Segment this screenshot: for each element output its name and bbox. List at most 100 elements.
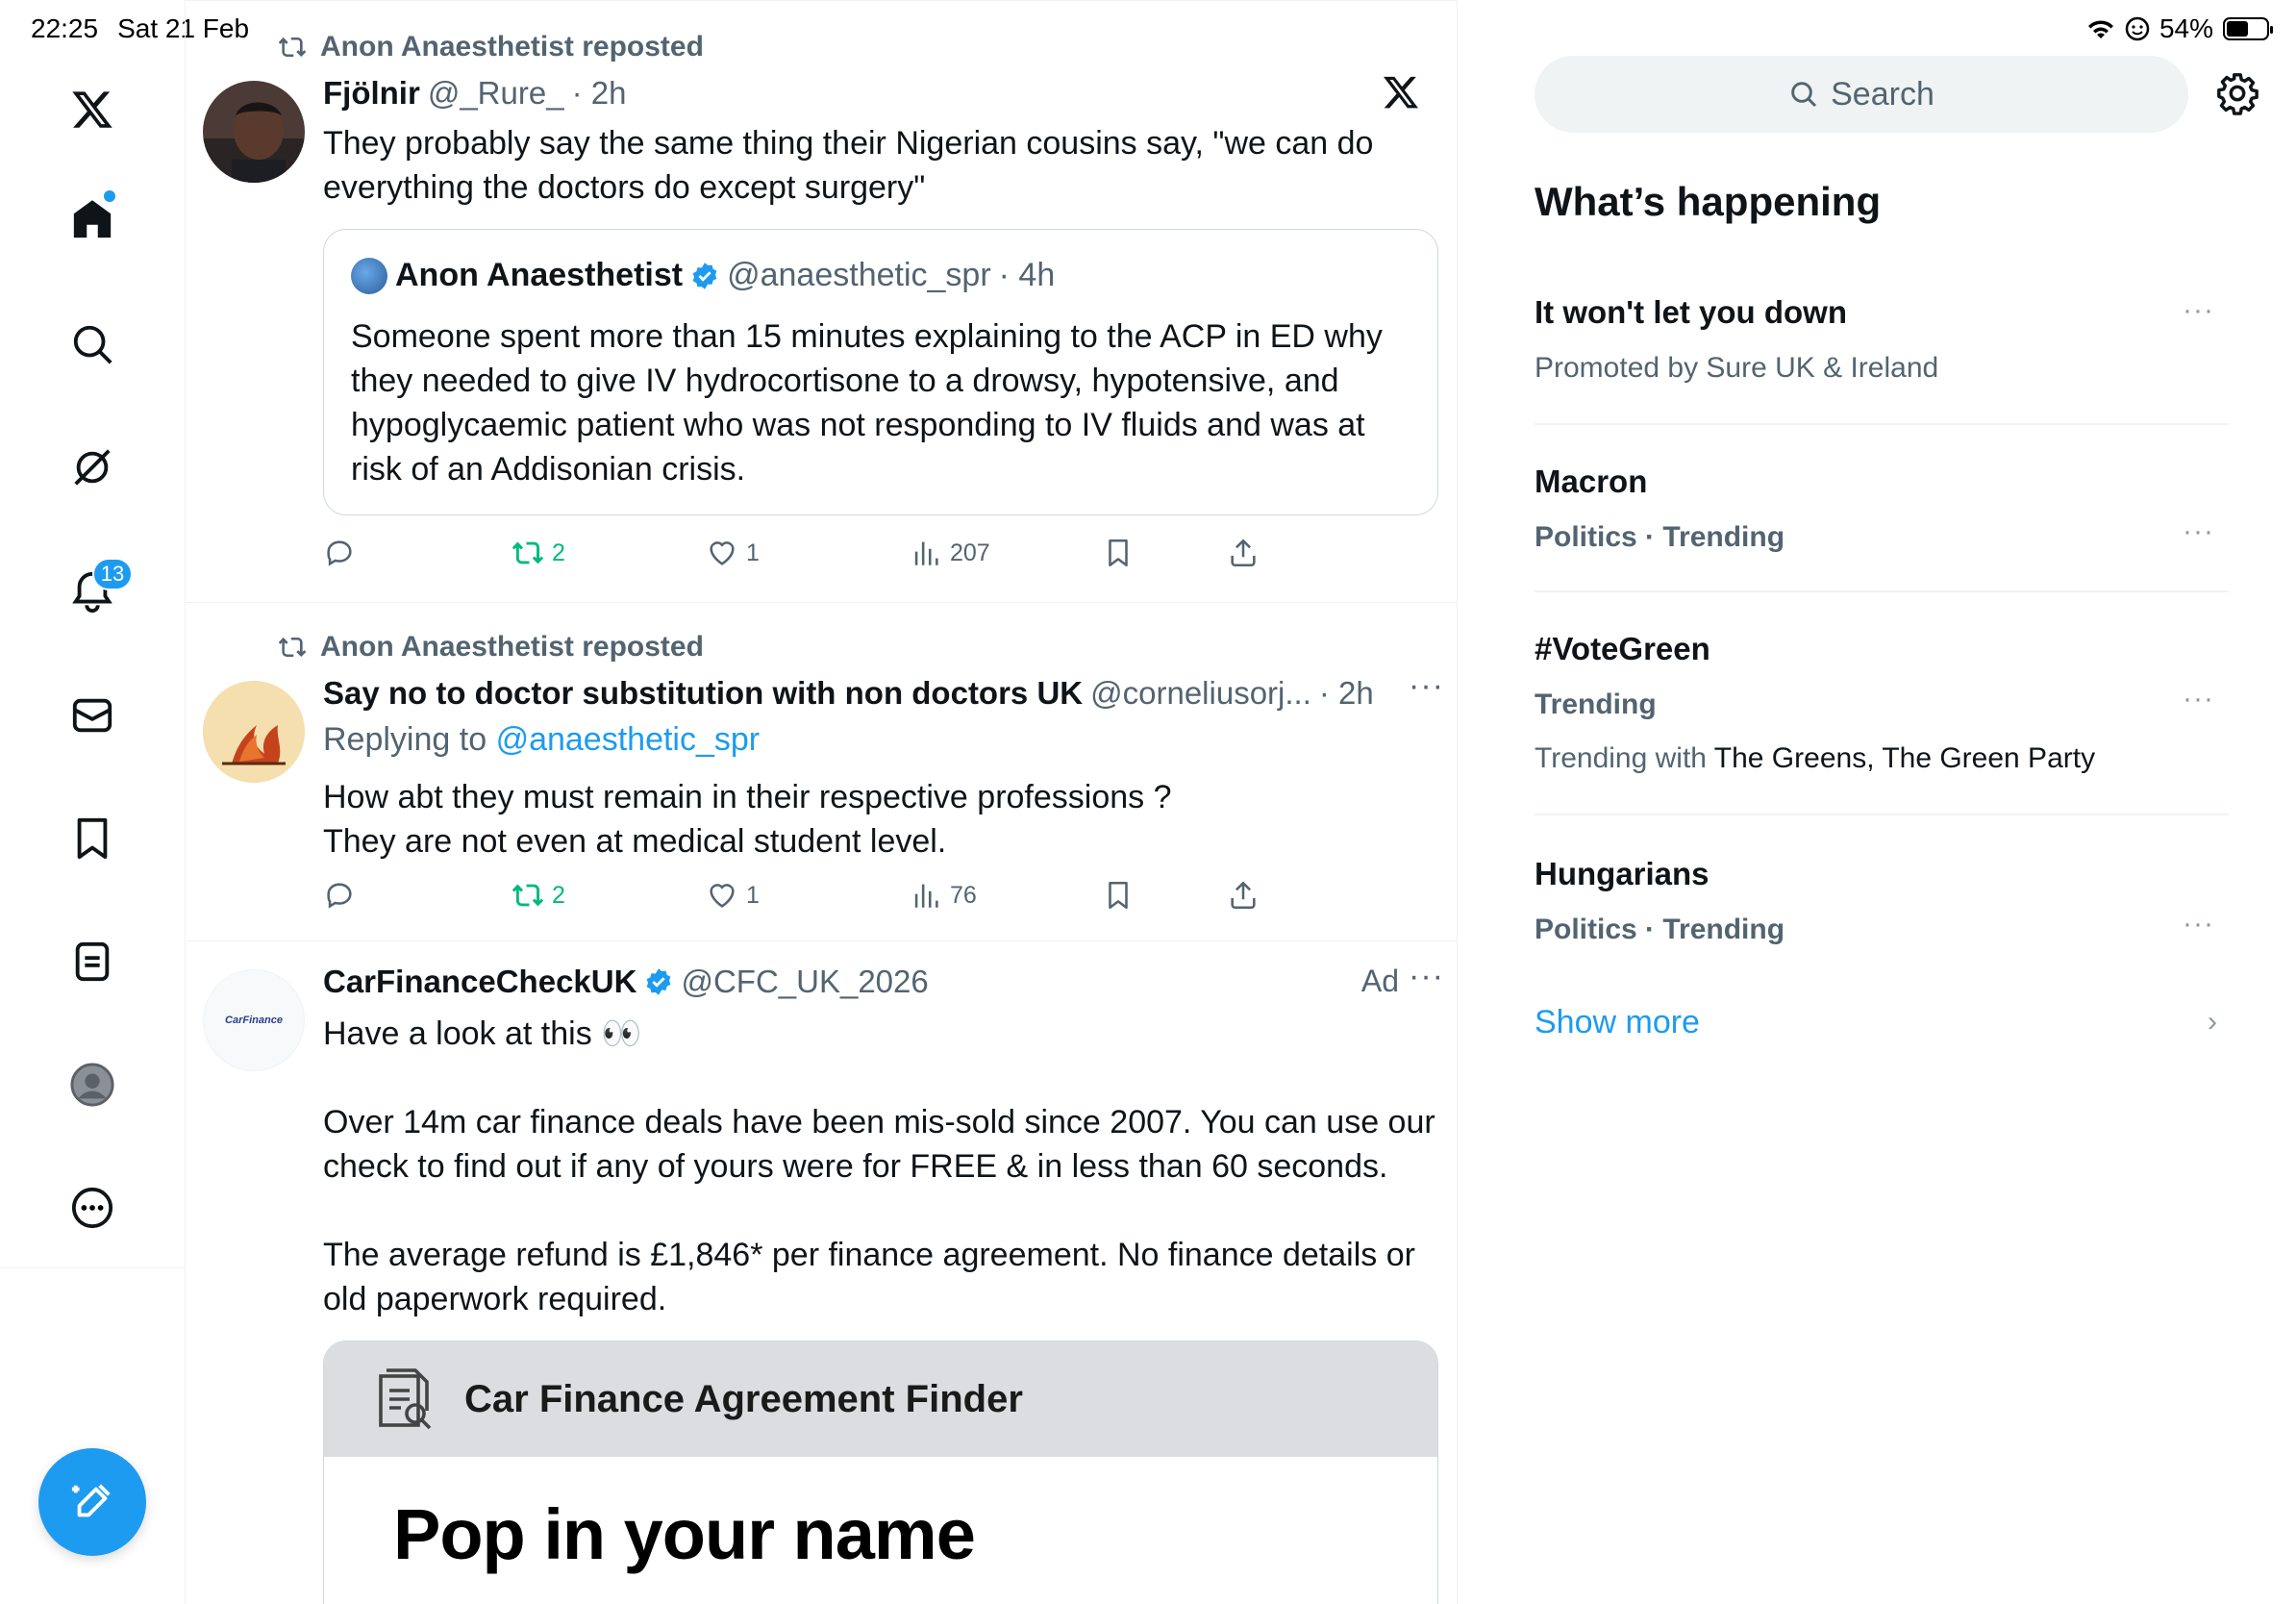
quoted-tweet-time: · 4h: [998, 257, 1056, 293]
views-icon: [914, 884, 938, 908]
repost-button[interactable]: 2: [512, 537, 565, 569]
verified-badge-icon: [692, 262, 717, 289]
reply-button[interactable]: [323, 879, 356, 912]
tweet-text-line: everything the doctors do except surgery…: [323, 169, 926, 206]
bookmark-button[interactable]: [1102, 879, 1135, 912]
share-button[interactable]: [1227, 879, 1260, 912]
quoted-author-name: Anon Anaesthetist: [395, 257, 684, 293]
tweet-divider: [186, 940, 1458, 941]
quoted-avatar: [351, 257, 387, 294]
search-icon[interactable]: [63, 315, 121, 373]
replying-to-prefix: Replying to: [323, 721, 487, 758]
home-unread-dot: [104, 190, 115, 202]
trend-divider: [1535, 814, 2229, 815]
author-name[interactable]: CarFinanceCheckUK: [323, 964, 636, 1000]
tweet-text-line: They probably say the same thing their N…: [323, 125, 1374, 162]
like-button[interactable]: 1: [706, 879, 760, 912]
tweet-header: Say no to doctor substitution with non d…: [323, 675, 1374, 712]
tweet-actions: 2 1 207: [323, 537, 1285, 575]
tweet-text-paragraph: Over 14m car finance deals have been mis…: [323, 1104, 1435, 1185]
views-button[interactable]: 207: [910, 537, 990, 569]
bookmark-icon[interactable]: [63, 810, 121, 867]
tweet-time[interactable]: · 2h: [1319, 675, 1374, 712]
like-button[interactable]: 1: [706, 537, 760, 569]
more-options-icon[interactable]: ···: [1409, 667, 1444, 705]
whats-happening-title: What’s happening: [1535, 179, 1882, 224]
reply-icon: [327, 883, 352, 909]
trend-item[interactable]: Hungarians Politics · Trending: [1535, 856, 2229, 946]
avatar-logo-text: CarFinance: [225, 1015, 283, 1026]
trend-item[interactable]: It won't let you down Promoted by Sure U…: [1535, 294, 2229, 385]
quoted-tweet-header: Anon Anaesthetist @anaesthetic_spr · 4h: [351, 257, 1055, 294]
quoted-author-handle: @anaesthetic_spr: [727, 257, 991, 293]
ad-card-title: Car Finance Agreement Finder: [464, 1377, 1023, 1420]
tweet-actions: 2 1 76: [323, 879, 1285, 917]
trend-item[interactable]: Macron Politics · Trending: [1535, 464, 2229, 554]
repost-button[interactable]: 2: [512, 879, 565, 912]
x-logo-icon: [1384, 76, 1418, 109]
gear-icon[interactable]: [2215, 71, 2259, 115]
more-options-icon[interactable]: ···: [1409, 958, 1444, 995]
grok-icon[interactable]: [63, 439, 121, 496]
trend-divider: [1535, 423, 2229, 425]
avatar[interactable]: [203, 81, 305, 183]
bookmark-button[interactable]: [1102, 537, 1135, 569]
verified-badge-icon: [647, 968, 671, 995]
compose-button[interactable]: [38, 1448, 146, 1556]
more-options-icon[interactable]: ···: [2183, 908, 2214, 940]
author-handle[interactable]: @corneliusorj...: [1090, 675, 1311, 712]
ad-label: Ad: [1360, 964, 1399, 998]
tweet-header: CarFinanceCheckUK @CFC_UK_2026: [323, 964, 929, 1000]
profile-icon[interactable]: [63, 1056, 121, 1114]
author-name[interactable]: Fjölnir: [323, 75, 420, 112]
ad-card[interactable]: Car Finance Agreement Finder Pop in your…: [323, 1341, 1438, 1604]
more-options-icon[interactable]: ···: [2183, 683, 2214, 715]
chevron-right-icon: ›: [2208, 1006, 2217, 1038]
share-button[interactable]: [1227, 537, 1260, 569]
trend-name: Hungarians: [1535, 856, 1710, 891]
views-button[interactable]: 76: [910, 879, 977, 912]
avatar[interactable]: [203, 681, 305, 783]
author-name[interactable]: Say no to doctor substitution with non d…: [323, 675, 1083, 712]
bookmark-icon: [1109, 881, 1128, 910]
trend-with-names: The Greens, The Green Party: [1713, 742, 2096, 774]
quoted-tweet[interactable]: Anon Anaesthetist @anaesthetic_spr · 4h …: [323, 229, 1438, 515]
more-options-icon[interactable]: ···: [2183, 515, 2214, 548]
nav-divider: [0, 1267, 186, 1268]
show-more-link[interactable]: Show more: [1535, 1004, 1700, 1041]
repost-count: 2: [552, 881, 565, 909]
share-icon: [1231, 539, 1256, 567]
lists-icon[interactable]: [63, 933, 121, 990]
views-icon: [914, 541, 938, 565]
more-icon[interactable]: [63, 1179, 121, 1237]
repost-icon: [278, 37, 307, 57]
search-icon: [1791, 82, 1817, 108]
tweet-header: Fjölnir @_Rure_ · 2h: [323, 75, 626, 112]
repost-icon: [278, 637, 307, 657]
more-options-icon[interactable]: ···: [2183, 294, 2214, 327]
quoted-tweet-text: Someone spent more than 15 minutes expla…: [351, 318, 1383, 488]
like-icon: [710, 541, 735, 565]
views-count: 207: [950, 539, 990, 566]
right-sidebar: Search What’s happening It won't let you…: [1458, 0, 2296, 1604]
trend-divider: [1535, 590, 2229, 592]
mail-icon[interactable]: [63, 687, 121, 744]
trend-with-prefix: Trending with: [1535, 742, 1707, 774]
replying-to-handle[interactable]: @anaesthetic_spr: [496, 721, 761, 758]
reply-button[interactable]: [323, 537, 356, 569]
search-input[interactable]: Search: [1535, 56, 2188, 133]
ad-card-heading: Pop in your name: [393, 1494, 976, 1574]
tweet-time[interactable]: · 2h: [572, 75, 627, 112]
ad-card-header: Car Finance Agreement Finder: [324, 1341, 1437, 1457]
trend-sub: Politics · Trending: [1535, 521, 1785, 553]
author-handle[interactable]: @CFC_UK_2026: [681, 964, 928, 1000]
timeline: Anon Anaesthetist reposted Fjölnir @_Rur…: [186, 0, 1458, 1604]
author-handle[interactable]: @_Rure_: [428, 75, 564, 112]
bookmark-icon: [1109, 539, 1128, 567]
like-count: 1: [746, 539, 760, 566]
x-logo-icon[interactable]: [63, 81, 121, 138]
trend-item[interactable]: #VoteGreen Trending Trending with The Gr…: [1535, 631, 2229, 775]
avatar[interactable]: CarFinance: [203, 969, 305, 1071]
trend-sub: Promoted by Sure UK & Ireland: [1535, 352, 1939, 384]
notifications-badge: 13: [92, 558, 133, 590]
